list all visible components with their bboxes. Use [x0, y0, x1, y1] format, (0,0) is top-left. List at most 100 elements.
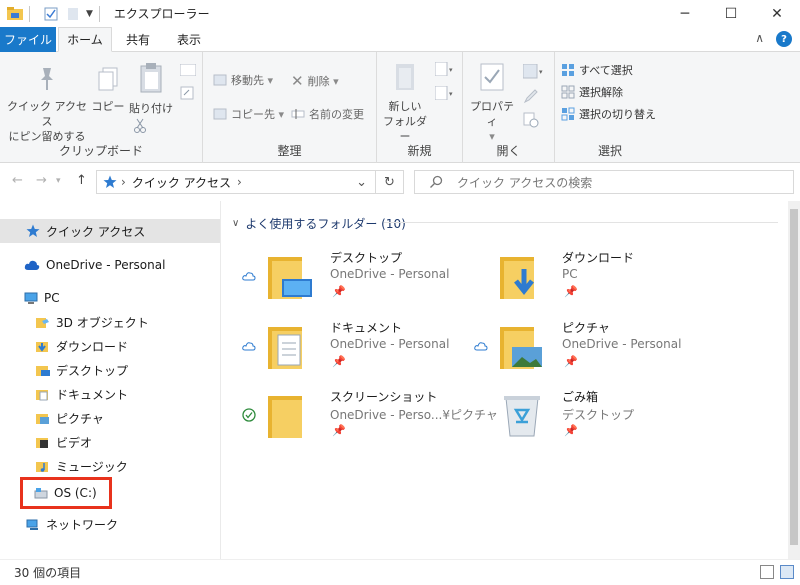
breadcrumb-chevron-icon[interactable]: ›	[121, 175, 126, 189]
cut-icon[interactable]	[133, 118, 147, 134]
pictures-folder-icon	[500, 327, 542, 369]
organize-group-label: 整理	[277, 144, 302, 158]
collapse-chevron-icon[interactable]: ∨	[232, 218, 239, 229]
delete-icon: ✕	[291, 72, 304, 90]
sidebar-item-pictures[interactable]: ピクチャ	[0, 406, 104, 430]
vertical-scrollbar[interactable]	[788, 201, 800, 559]
refresh-button[interactable]: ↻	[376, 170, 404, 194]
folder-tile-desktop[interactable]: デスクトップ OneDrive - Personal 📌	[242, 247, 492, 309]
invert-selection-button[interactable]: 選択の切り替え	[561, 106, 656, 122]
invert-selection-icon	[561, 107, 575, 121]
move-to-icon	[213, 74, 227, 86]
copy-path-icon[interactable]	[180, 64, 196, 76]
properties-button[interactable]: プロパティ ▾	[467, 62, 517, 144]
recent-locations-dropdown-icon[interactable]: ▾	[56, 176, 61, 186]
details-view-button[interactable]	[760, 565, 774, 579]
synced-status-icon	[242, 408, 256, 422]
desktop-icon	[36, 366, 50, 376]
select-group: すべて選択 選択解除 選択の切り替え 選択	[555, 52, 665, 163]
folder-app-icon	[7, 6, 23, 20]
open-group: プロパティ ▾ ▾ 開く	[463, 52, 555, 163]
sidebar-item-pc[interactable]: PC	[0, 286, 60, 310]
paste-shortcut-icon[interactable]	[180, 86, 194, 100]
folder-tile-downloads[interactable]: ダウンロード PC 📌	[474, 247, 724, 309]
sidebar-item-desktop[interactable]: デスクトップ	[0, 358, 128, 382]
sidebar-item-onedrive[interactable]: OneDrive - Personal	[0, 253, 165, 277]
folder-tile-recycle-bin[interactable]: ごみ箱 デスクトップ 📌	[474, 386, 724, 448]
recycle-bin-icon	[504, 396, 540, 437]
rename-button[interactable]: 名前の変更	[291, 106, 364, 122]
select-group-label: 選択	[597, 144, 622, 158]
downloads-icon	[36, 342, 48, 352]
search-box[interactable]: クイック アクセスの検索	[414, 170, 794, 194]
videos-icon	[36, 438, 48, 448]
history-icon[interactable]	[523, 112, 539, 128]
ribbon: クイック アクセス にピン留めする コピー 貼り付け クリップボード 移動先 ▾…	[0, 52, 800, 163]
sidebar-item-documents[interactable]: ドキュメント	[0, 382, 128, 406]
paste-icon	[140, 63, 162, 93]
sidebar-item-3d-objects[interactable]: 3D オブジェクト	[0, 310, 149, 334]
back-button[interactable]: ←	[12, 173, 23, 188]
breadcrumb-chevron-icon[interactable]: ›	[237, 175, 242, 189]
help-icon[interactable]: ?	[776, 31, 792, 47]
properties-quick-icon[interactable]	[44, 7, 58, 21]
tab-view[interactable]: 表示	[164, 27, 214, 52]
cloud-status-icon	[242, 272, 256, 281]
address-dropdown-icon[interactable]: ⌄	[356, 175, 367, 190]
forward-button[interactable]: →	[36, 173, 47, 188]
collapse-ribbon-icon[interactable]: ∧	[755, 31, 764, 47]
window-title: エクスプローラー	[113, 7, 210, 21]
minimize-button[interactable]: ─	[662, 0, 708, 27]
move-to-button[interactable]: 移動先 ▾	[213, 72, 273, 88]
pin-to-quick-access-button[interactable]: クイック アクセス にピン留めする	[4, 66, 90, 144]
ribbon-tabs: ファイル ホーム 共有 表示 ∧ ?	[0, 27, 800, 52]
close-button[interactable]: ✕	[754, 0, 800, 27]
address-bar[interactable]: › クイック アクセス › ⌄	[96, 170, 376, 194]
documents-icon	[36, 390, 48, 401]
copy-to-button[interactable]: コピー先 ▾	[213, 106, 284, 122]
delete-button[interactable]: ✕ 削除 ▾	[291, 72, 339, 90]
edit-icon[interactable]	[523, 88, 539, 104]
sidebar-item-videos[interactable]: ビデオ	[0, 430, 92, 454]
maximize-button[interactable]: ☐	[708, 0, 754, 27]
copy-button[interactable]: コピー	[90, 66, 126, 114]
tab-home[interactable]: ホーム	[58, 27, 112, 52]
pin-icon: 📌	[564, 424, 578, 437]
svg-text:▾: ▾	[449, 90, 453, 98]
select-all-button[interactable]: すべて選択	[561, 62, 633, 78]
easy-access-icon[interactable]: ▾	[435, 86, 455, 100]
select-all-icon	[562, 64, 574, 76]
cloud-status-icon	[242, 342, 256, 351]
select-none-button[interactable]: 選択解除	[561, 84, 623, 100]
quick-access-toolbar-dropdown-icon[interactable]: ▼	[86, 9, 93, 19]
scrollbar-thumb[interactable]	[790, 209, 798, 545]
new-folder-button[interactable]: 新しい フォルダー	[379, 62, 431, 144]
section-divider	[384, 222, 778, 223]
new-item-icon[interactable]: ▾	[435, 62, 455, 76]
tab-share[interactable]: 共有	[114, 27, 162, 52]
copy-to-icon	[213, 108, 227, 120]
navigation-bar: ← → ▾ ↑ › クイック アクセス › ⌄ ↻ クイック アクセスの検索	[0, 163, 800, 201]
folder-tile-documents[interactable]: ドキュメント OneDrive - Personal 📌	[242, 317, 492, 379]
new-group: 新しい フォルダー ▾ ▾ 新規	[377, 52, 463, 163]
folder-tile-screenshots[interactable]: スクリーンショット OneDrive - Perso...¥ピクチャ 📌	[242, 386, 498, 448]
search-input[interactable]: クイック アクセスの検索	[457, 174, 592, 191]
new-folder-icon	[396, 64, 414, 90]
folder-tile-pictures[interactable]: ピクチャ OneDrive - Personal 📌	[474, 317, 724, 379]
sidebar-item-network[interactable]: ネットワーク	[0, 512, 118, 536]
separator	[98, 5, 100, 22]
paste-button[interactable]: 貼り付け	[128, 62, 174, 116]
pin-icon: 📌	[332, 355, 346, 368]
breadcrumb-quick-access[interactable]: クイック アクセス	[132, 174, 231, 191]
tab-file[interactable]: ファイル	[0, 27, 56, 52]
frequent-folders-header[interactable]: ∨ よく使用するフォルダー (10)	[232, 215, 406, 232]
large-icons-view-button[interactable]	[780, 565, 794, 579]
up-button[interactable]: ↑	[76, 173, 87, 188]
sidebar-item-downloads[interactable]: ダウンロード	[0, 334, 128, 358]
sidebar-item-quick-access[interactable]: クイック アクセス	[0, 219, 220, 243]
sidebar-item-music[interactable]: ミュージック	[0, 454, 128, 478]
new-folder-quick-icon[interactable]	[66, 7, 80, 21]
open-icon[interactable]: ▾	[523, 64, 545, 80]
search-icon	[430, 175, 443, 188]
music-icon	[36, 462, 48, 472]
